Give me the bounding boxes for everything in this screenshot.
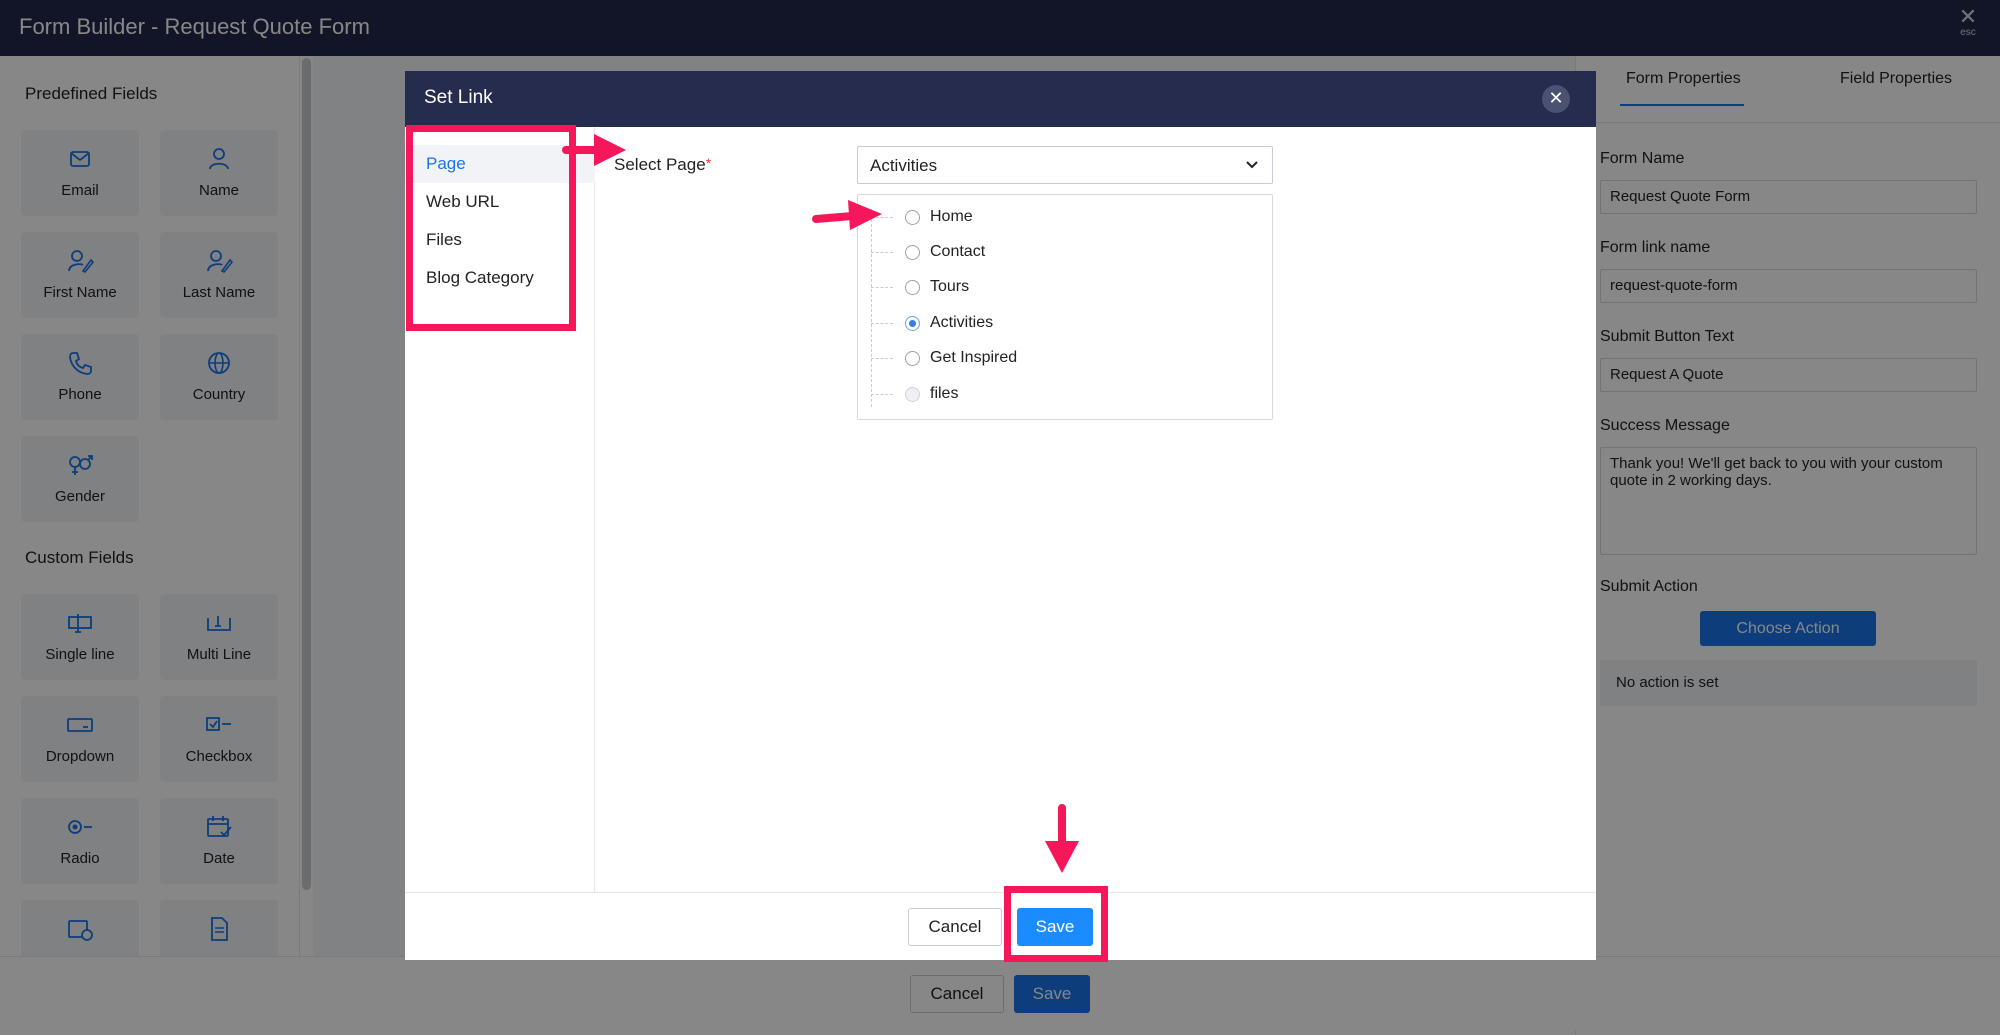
required-mark: * <box>705 155 712 171</box>
tree-branch <box>871 394 893 395</box>
tree-branch <box>871 287 893 288</box>
page-option-label: Get Inspired <box>930 349 1018 366</box>
dialog-header: Set Link ✕ <box>405 71 1596 127</box>
page-select-dropdown[interactable]: Activities <box>857 146 1273 184</box>
page-option-label: Home <box>930 208 973 225</box>
page-radio-selected[interactable] <box>905 316 920 331</box>
page-radio-disabled <box>905 387 920 402</box>
page-option-label: files <box>930 385 959 402</box>
page-radio[interactable] <box>905 351 920 366</box>
page-radio[interactable] <box>905 210 920 225</box>
page-tree: Home Contact Tours Activities Get Inspir… <box>857 194 1273 420</box>
tree-branch <box>871 252 893 253</box>
set-link-dialog: Set Link ✕ Page Web URL Files Blog Categ… <box>405 71 1596 960</box>
dialog-title: Set Link <box>424 87 493 108</box>
page-option-tours[interactable]: Tours <box>871 275 1251 299</box>
tree-branch <box>871 217 893 218</box>
page-option-label: Tours <box>930 278 970 295</box>
select-page-label: Select Page* <box>614 155 711 175</box>
page-option-home[interactable]: Home <box>871 205 1251 229</box>
page-option-files: files <box>871 382 1251 406</box>
dialog-footer-divider <box>405 892 1596 893</box>
page-option-get-inspired[interactable]: Get Inspired <box>871 346 1251 370</box>
page-option-label: Contact <box>930 243 986 260</box>
dialog-close-button[interactable]: ✕ <box>1542 85 1570 113</box>
page-option-activities[interactable]: Activities <box>871 311 1251 335</box>
tree-branch <box>871 358 893 359</box>
highlight-box-save <box>1004 886 1108 962</box>
page-radio[interactable] <box>905 280 920 295</box>
tree-connector <box>871 209 872 407</box>
page-option-label: Activities <box>930 314 994 331</box>
highlight-box-link-types <box>406 125 576 331</box>
select-page-label-text: Select Page <box>614 155 706 174</box>
tree-branch <box>871 323 893 324</box>
close-icon: ✕ <box>1548 88 1564 109</box>
page-radio[interactable] <box>905 245 920 260</box>
dialog-cancel-button[interactable]: Cancel <box>908 908 1002 946</box>
chevron-down-icon <box>1246 161 1258 169</box>
page-option-contact[interactable]: Contact <box>871 240 1251 264</box>
page-select-value: Activities <box>870 156 938 175</box>
